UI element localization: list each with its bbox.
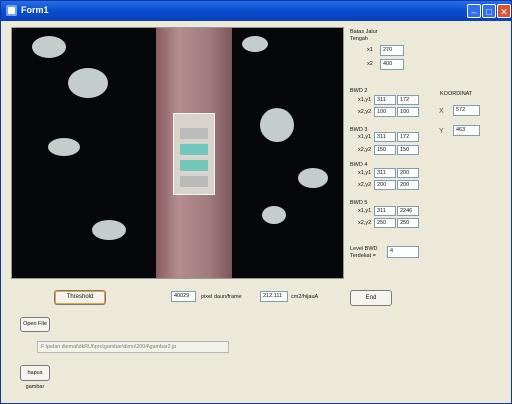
hapus-gambar-button[interactable]: hapus gambar	[20, 365, 50, 390]
koordinat-y-field[interactable]: 463	[453, 125, 480, 136]
vehicle-object	[173, 113, 215, 195]
file-path-field[interactable]: F:\pelan diemal\dkRUI\pro\gambar\dimo\20…	[37, 341, 229, 353]
main-window: Form1 – □ ✕ Batas Jalur Tengah x1 270 x2…	[0, 0, 512, 404]
bwd4-y1-field[interactable]: 200	[397, 168, 419, 178]
vegetation-patch	[48, 138, 80, 156]
level-label-2: Terdekat =	[350, 253, 376, 259]
close-button[interactable]: ✕	[497, 4, 511, 18]
bwd2-y1-field[interactable]: 172	[397, 95, 419, 105]
bwd3-y1-field[interactable]: 172	[397, 132, 419, 142]
bwd5-x2-field[interactable]: 250	[374, 218, 396, 228]
bwd5-title: BWD 5	[350, 200, 368, 206]
bwd2-y2-field[interactable]: 100	[397, 107, 419, 117]
vegetation-patch	[92, 220, 126, 240]
bwd4-x2-field[interactable]: 200	[374, 180, 396, 190]
area-unit-label: cm2/hijauA	[291, 294, 319, 300]
window-title: Form1	[21, 5, 49, 15]
batas-x2-label: x2	[367, 61, 373, 67]
bwd4-row1-label: x1,y1	[358, 170, 372, 176]
bwd5-row2-label: x2,y2	[358, 220, 372, 226]
vegetation-patch	[68, 68, 108, 98]
vegetation-patch	[298, 168, 328, 188]
bwd3-row1-label: x1,y1	[358, 134, 372, 140]
pixel-count-field[interactable]: 40029	[171, 291, 196, 302]
batas-x2-field[interactable]: 400	[380, 59, 404, 70]
bwd2-title: BWD 2	[350, 88, 368, 94]
batas-heading-2: Tengah	[350, 36, 369, 42]
open-file-button[interactable]: Open File	[20, 317, 50, 332]
end-button[interactable]: End	[350, 290, 392, 306]
bwd3-y2-field[interactable]: 150	[397, 145, 419, 155]
bwd2-x1-field[interactable]: 311	[374, 95, 396, 105]
bwd2-x2-field[interactable]: 100	[374, 107, 396, 117]
maximize-button[interactable]: □	[482, 4, 496, 18]
title-bar: Form1 – □ ✕	[1, 1, 511, 21]
bwd5-y1-field[interactable]: 2246	[397, 206, 419, 216]
bwd3-title: BWD 3	[350, 127, 368, 133]
bwd2-row1-label: x1,y1	[358, 97, 372, 103]
bwd4-title: BWD 4	[350, 162, 368, 168]
batas-x1-label: x1	[367, 47, 373, 53]
vegetation-patch	[260, 108, 294, 142]
vegetation-patch	[242, 36, 268, 52]
bwd3-x2-field[interactable]: 150	[374, 145, 396, 155]
vegetation-patch	[32, 36, 66, 58]
bwd4-y2-field[interactable]: 200	[397, 180, 419, 190]
level-field[interactable]: 4	[387, 246, 419, 258]
batas-heading-1: Batas Jalur	[350, 29, 378, 35]
vehicle-band	[180, 176, 208, 187]
threshold-button[interactable]: Threshold	[54, 290, 106, 305]
level-label-1: Level BWD	[350, 246, 378, 252]
bwd2-row2-label: x2,y2	[358, 109, 372, 115]
koordinat-x-label: X	[439, 108, 444, 115]
area-field[interactable]: 212.111	[260, 291, 288, 302]
bwd3-x1-field[interactable]: 311	[374, 132, 396, 142]
bwd5-y2-field[interactable]: 250	[397, 218, 419, 228]
bwd3-row2-label: x2,y2	[358, 147, 372, 153]
koordinat-y-label: Y	[439, 128, 444, 135]
bwd4-x1-field[interactable]: 311	[374, 168, 396, 178]
koordinat-title: KOORDINAT	[440, 91, 473, 97]
image-canvas[interactable]	[11, 27, 344, 279]
koordinat-x-field[interactable]: 572	[453, 105, 480, 116]
vehicle-band	[180, 144, 208, 155]
bwd5-row1-label: x1,y1	[358, 208, 372, 214]
vegetation-patch	[262, 206, 286, 224]
vehicle-band	[180, 160, 208, 171]
pixel-unit-label: pixel daun/frame	[201, 294, 242, 300]
minimize-button[interactable]: –	[467, 4, 481, 18]
vehicle-band	[180, 128, 208, 139]
batas-x1-field[interactable]: 270	[380, 45, 404, 56]
bwd5-x1-field[interactable]: 311	[374, 206, 396, 216]
bwd4-row2-label: x2,y2	[358, 182, 372, 188]
app-icon	[6, 5, 17, 16]
